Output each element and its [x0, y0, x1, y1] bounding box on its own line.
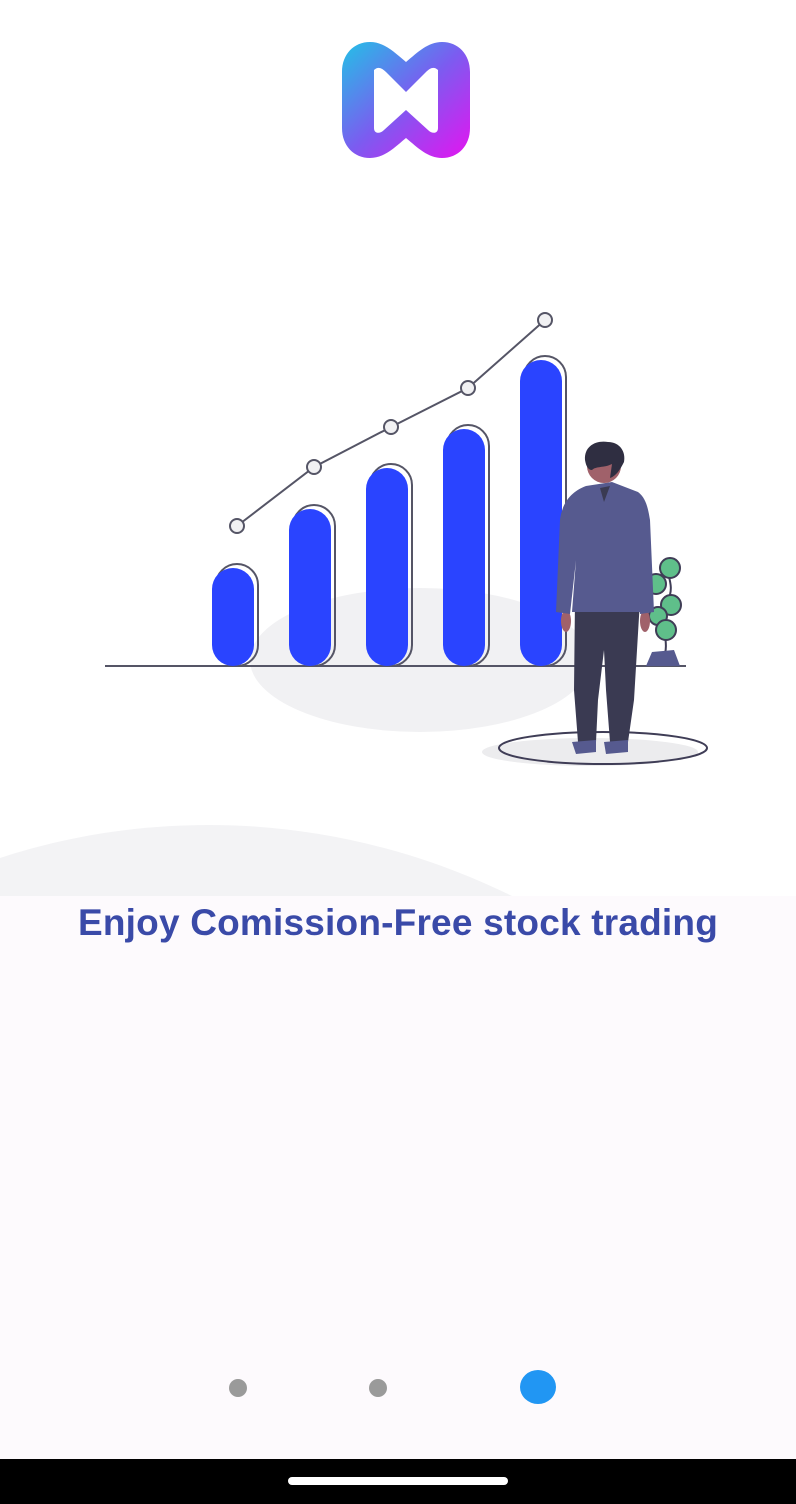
bar-5	[520, 360, 562, 666]
bar-2	[289, 509, 331, 666]
home-indicator-bar[interactable]	[288, 1477, 508, 1485]
system-navigation-bar	[0, 1459, 796, 1504]
page-dot-3-active[interactable]	[520, 1370, 556, 1404]
page-dot-1[interactable]	[229, 1379, 247, 1397]
trend-point	[306, 459, 322, 475]
background-hill	[0, 824, 520, 900]
onboarding-screen: Enjoy Comission-Free stock trading	[0, 0, 796, 1504]
growth-chart-person-illustration	[105, 312, 708, 766]
trend-point	[383, 419, 399, 435]
trend-point	[229, 518, 245, 534]
brand-logo-icon	[342, 42, 470, 158]
person-figure	[556, 441, 654, 754]
bar-4	[443, 429, 485, 666]
page-dot-2[interactable]	[369, 1379, 387, 1397]
onboarding-headline: Enjoy Comission-Free stock trading	[77, 902, 719, 943]
bar-1	[212, 568, 254, 666]
trend-point	[460, 380, 476, 396]
bar-3	[366, 468, 408, 666]
page-indicator	[0, 1370, 796, 1406]
trend-point	[537, 312, 553, 328]
